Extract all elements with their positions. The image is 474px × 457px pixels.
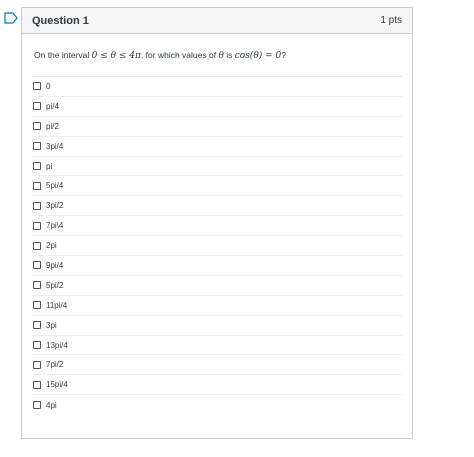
answer-option[interactable]: 7pi/2 [32,355,402,376]
answer-option[interactable]: 0 [32,77,402,97]
checkbox-icon[interactable] [33,321,41,330]
checkbox-icon[interactable] [33,341,41,350]
answer-label: 9pi/4 [46,260,64,270]
answer-option[interactable]: 15pi/4 [32,375,402,396]
checkbox-icon[interactable] [33,301,41,310]
prompt-text: On the interval [34,50,92,60]
checkbox-icon[interactable] [33,241,41,250]
checkbox-icon[interactable] [33,221,41,230]
answer-label: 15pi/4 [46,380,68,390]
checkbox-icon[interactable] [33,122,41,131]
prompt-equation-math: cos(θ) = 0 [234,51,282,61]
bookmark-flag-icon[interactable] [4,12,18,24]
answer-label: 11pi/4 [46,300,68,310]
answer-list: 0 pi/4 pi/2 3pi/4 pi 5pi/4 3pi/2 7pi\4 2pi 9pi/4 5… [32,76,402,415]
answer-label: pi/2 [46,121,59,131]
checkbox-icon[interactable] [33,281,41,290]
checkbox-icon[interactable] [33,181,41,190]
checkbox-icon[interactable] [33,82,41,91]
prompt-text: is [223,50,235,60]
question-prompt: On the interval 0 ≤ θ ≤ 4π, for which va… [22,34,412,76]
checkbox-icon[interactable] [33,162,41,170]
answer-option[interactable]: 2pi [32,236,402,257]
answer-option[interactable]: 7pi\4 [32,216,402,237]
answer-option[interactable]: 13pi/4 [32,336,402,356]
answer-option[interactable]: 9pi/4 [32,256,402,276]
answer-option[interactable]: pi/2 [32,117,402,137]
question-card: Question 1 1 pts On the interval 0 ≤ θ ≤… [21,7,413,439]
checkbox-icon[interactable] [33,261,41,270]
answer-label: 0 [46,81,51,91]
answer-option[interactable]: 5pi/2 [32,276,402,296]
checkbox-icon[interactable] [33,142,41,151]
checkbox-icon[interactable] [33,360,41,369]
answer-option[interactable]: 3pi/2 [32,196,402,217]
prompt-interval-math: 0 ≤ θ ≤ 4π [91,51,141,61]
answer-option[interactable]: 3pi [32,316,402,336]
checkbox-icon[interactable] [33,102,41,111]
checkbox-icon[interactable] [33,380,41,389]
question-title: Question 1 [32,14,89,27]
quiz-page: Question 1 1 pts On the interval 0 ≤ θ ≤… [0,0,474,457]
answer-label: 3pi [46,320,57,330]
answer-label: pi [46,161,53,171]
answer-label: 3pi/2 [46,201,64,211]
answer-option[interactable]: 3pi/4 [32,137,402,157]
answer-label: 4pi [46,400,57,410]
prompt-text: ? [281,50,286,60]
answer-label: 7pi\4 [46,221,64,231]
answer-option[interactable]: 11pi/4 [32,296,402,316]
answer-label: 5pi/4 [46,181,64,191]
question-header: Question 1 1 pts [22,8,412,34]
answer-label: 3pi/4 [46,141,64,151]
checkbox-icon[interactable] [33,201,41,210]
answer-label: 2pi [46,241,57,251]
answer-option[interactable]: pi/4 [32,97,402,117]
question-points: 1 pts [380,15,402,26]
answer-label: 7pi/2 [46,360,64,370]
answer-label: 5pi/2 [46,280,64,290]
checkbox-icon[interactable] [33,401,41,410]
answer-label: 13pi/4 [46,340,68,350]
answer-label: pi/4 [46,101,59,111]
answer-option[interactable]: 4pi [32,395,402,415]
prompt-text: , for which values of [140,50,219,60]
answer-option[interactable]: 5pi/4 [32,176,402,197]
answer-option[interactable]: pi [32,157,402,177]
